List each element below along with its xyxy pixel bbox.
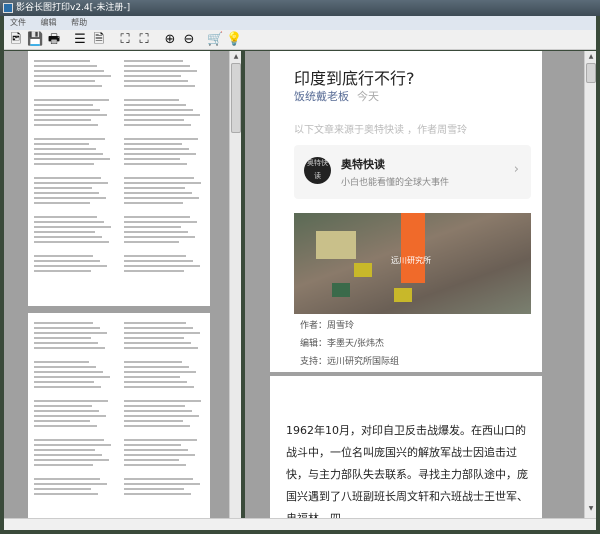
- credit-editor: 编辑：李墨天/张炜杰: [300, 339, 384, 350]
- save-icon[interactable]: 💾: [27, 32, 43, 48]
- preview-page-2: 1962年10月，对印自卫反击战爆发。在西山口的战斗中，一位名叫庞国兴的解放军战…: [270, 376, 542, 518]
- status-bar: [4, 518, 596, 530]
- menu-edit[interactable]: 编辑: [41, 18, 57, 27]
- title-bar: 影谷长图打印v2.4[-未注册-]: [0, 0, 600, 16]
- fit-icon[interactable]: ⛶: [117, 32, 133, 48]
- article-body: 1962年10月，对印自卫反击战爆发。在西山口的战斗中，一位名叫庞国兴的解放军战…: [286, 420, 536, 518]
- thumbnail-column: [34, 319, 112, 498]
- source-intro: 以下文章来源于奥特快读 ，作者周雪玲: [294, 121, 467, 136]
- scroll-thumb[interactable]: [586, 63, 596, 83]
- credit-author: 作者：周雪玲: [300, 321, 354, 332]
- account-card[interactable]: 奥特快读 奥特快读 小白也能看懂的全球大事件 ›: [294, 145, 531, 199]
- layout-icon[interactable]: ☰: [72, 32, 88, 48]
- open-image-icon[interactable]: 🖻: [8, 32, 24, 48]
- thumbnail-scrollbar[interactable]: ▲: [229, 51, 241, 518]
- zoom-in-icon[interactable]: ⊕: [162, 32, 178, 48]
- publish-date: 今天: [357, 90, 379, 103]
- thumbnail-column: [34, 57, 112, 275]
- preview-page-1: 印度到底行不行? 饭统戴老板今天 以下文章来源于奥特快读 ，作者周雪玲 奥特快读…: [270, 51, 542, 372]
- account-desc: 小白也能看懂的全球大事件: [341, 175, 449, 188]
- print-icon[interactable]: 🖶: [46, 32, 62, 48]
- page-icon[interactable]: 🗎: [91, 32, 107, 48]
- account-link[interactable]: 饭统戴老板: [294, 90, 349, 103]
- thumbnail-column: [124, 319, 202, 498]
- article-title: 印度到底行不行?: [294, 65, 415, 89]
- fit-width-icon[interactable]: ⛶: [136, 32, 152, 48]
- cart-icon[interactable]: 🛒: [207, 32, 223, 48]
- account-avatar: 奥特快读: [304, 157, 331, 184]
- tip-icon[interactable]: 💡: [226, 32, 242, 48]
- preview-scrollbar[interactable]: ▲ ▼: [584, 51, 596, 518]
- scroll-down-arrow[interactable]: ▼: [585, 505, 596, 515]
- menu-bar: 文件 编辑 帮助: [4, 16, 596, 30]
- account-name: 奥特快读: [341, 156, 385, 172]
- scroll-thumb[interactable]: [231, 63, 241, 133]
- credit-support: 支持：远川研究所国际组: [300, 357, 399, 368]
- image-logo-text: 远川研究所: [391, 255, 431, 266]
- preview-panel: 印度到底行不行? 饭统戴老板今天 以下文章来源于奥特快读 ，作者周雪玲 奥特快读…: [245, 51, 596, 518]
- logo-banner: [401, 213, 425, 283]
- thumbnail-column: [124, 57, 202, 275]
- thumbnail-panel: ▲: [4, 51, 241, 518]
- chevron-right-icon: ›: [514, 162, 519, 177]
- zoom-out-icon[interactable]: ⊖: [181, 32, 197, 48]
- window-title: 影谷长图打印v2.4[-未注册-]: [16, 3, 130, 13]
- toolbar: 🖻💾🖶 ☰🗎 ⛶⛶ ⊕⊖ 🛒💡: [4, 30, 596, 50]
- app-icon: [3, 3, 13, 13]
- menu-file[interactable]: 文件: [10, 18, 26, 27]
- scroll-up-arrow[interactable]: ▲: [230, 53, 242, 63]
- thumbnail-page-1[interactable]: [28, 51, 210, 306]
- scroll-up-arrow[interactable]: ▲: [585, 53, 596, 63]
- thumbnail-page-2[interactable]: [28, 313, 210, 518]
- street-image: 远川研究所: [294, 213, 531, 314]
- menu-help[interactable]: 帮助: [71, 18, 87, 27]
